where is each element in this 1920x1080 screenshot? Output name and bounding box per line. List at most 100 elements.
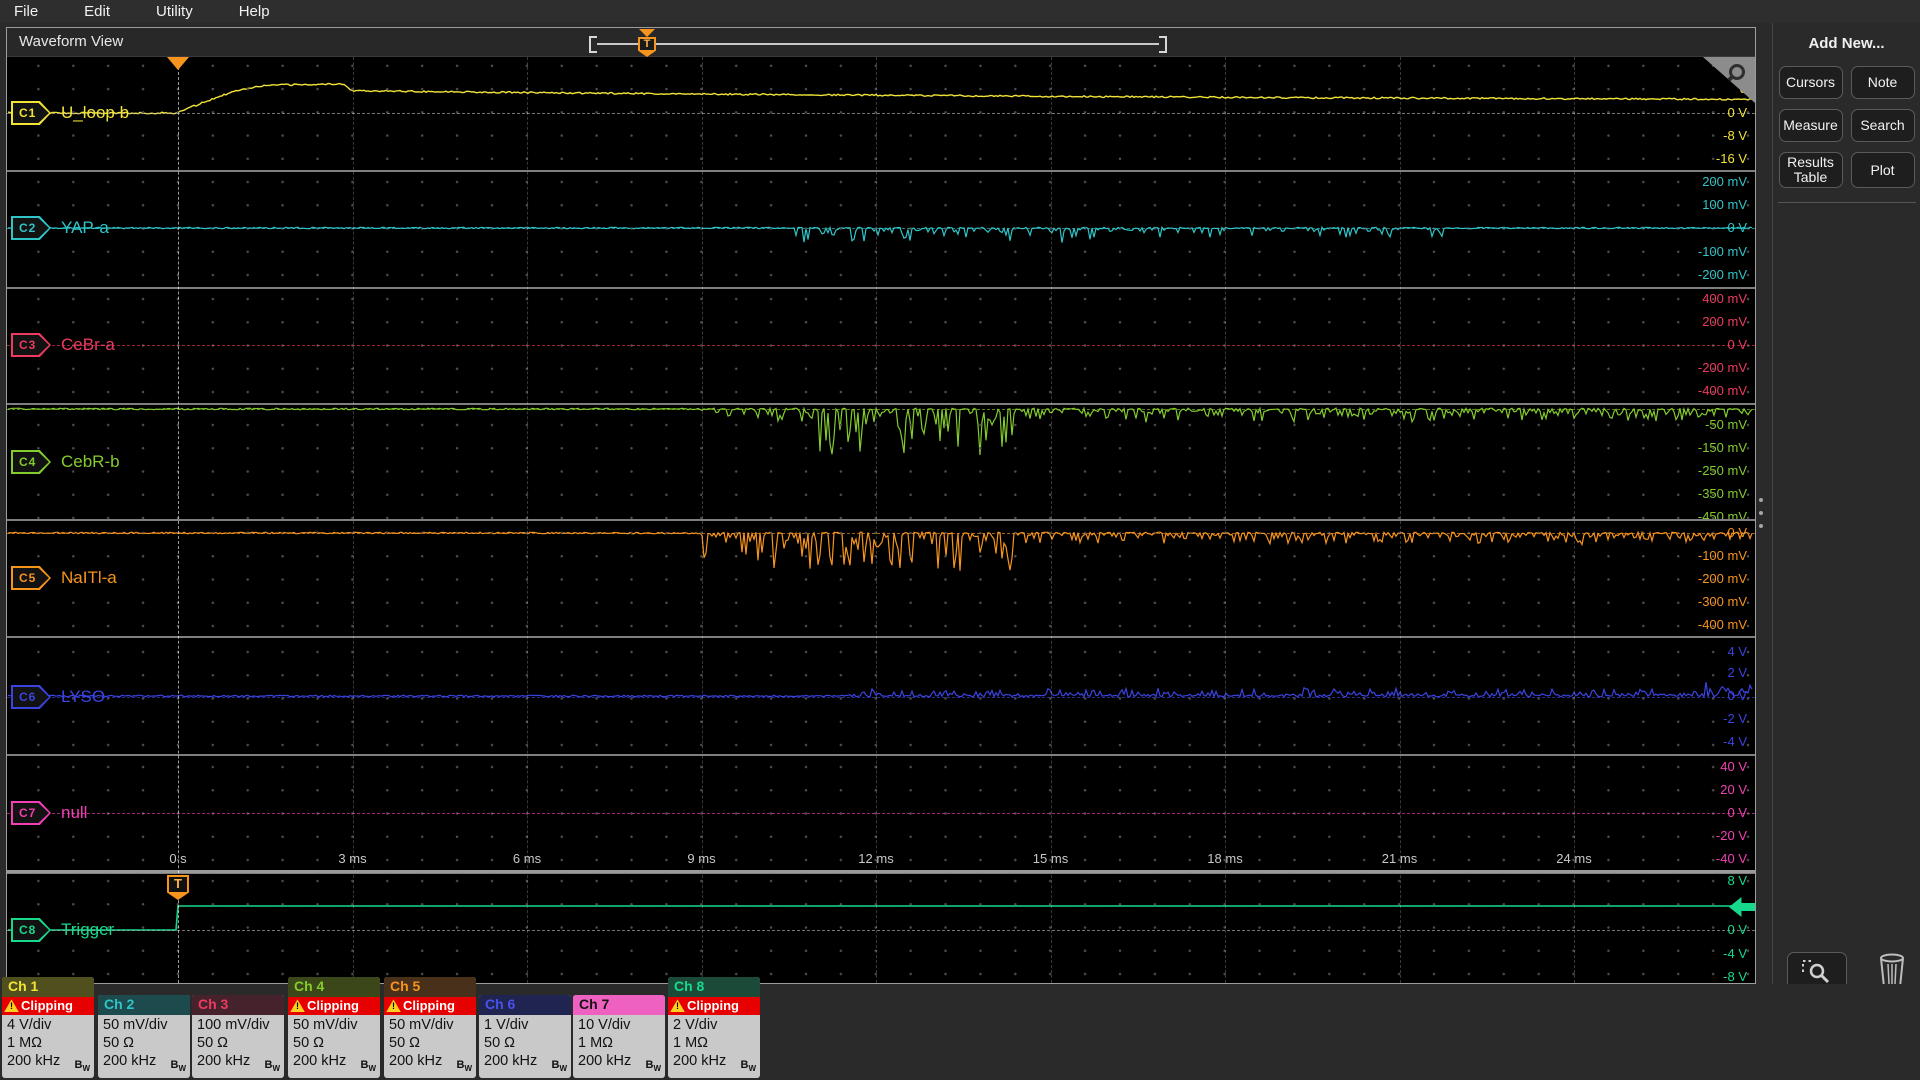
zero-volt-baseline-c1 — [7, 113, 1755, 114]
channel-card-label: Ch 2 — [98, 994, 190, 1015]
menu-item-utility[interactable]: Utility — [156, 3, 193, 20]
zero-volt-baseline-c2 — [7, 228, 1755, 229]
scale-label-c3: -200 mV — [1697, 360, 1747, 375]
channel-name-c1: U_loop b — [61, 103, 130, 122]
channel-slot-c1 — [7, 57, 1755, 171]
channel-slot-c2 — [7, 171, 1755, 288]
add-new-button-grid: Cursors Note Measure Search Results Table Plo… — [1773, 66, 1920, 188]
scale-label-c3: 400 mV — [1702, 291, 1747, 306]
scale-label-c8: 8 V — [1727, 873, 1747, 888]
channel-card-ch3[interactable]: Ch 3 100 mV/div 50 Ω 200 kHz BW — [192, 994, 284, 1078]
bandwidth-limit-icon: BW — [264, 1058, 280, 1073]
scale-label-c6: 2 V — [1727, 665, 1747, 680]
zero-volt-baseline-c5 — [7, 533, 1755, 534]
scale-label-c3: 0 V — [1727, 337, 1747, 352]
vdiv-setting: 1 V/div — [484, 1016, 529, 1033]
right-bracket — [1159, 36, 1167, 53]
channel-card-ch2[interactable]: Ch 2 50 mV/div 50 Ω 200 kHz BW — [98, 994, 190, 1078]
panel-splitter-handle[interactable] — [1757, 498, 1765, 528]
add-new-cursors-button[interactable]: Cursors — [1778, 66, 1843, 99]
scale-label-c5: -100 mV — [1697, 548, 1747, 563]
channel-name-c6: LYSO — [61, 687, 106, 706]
menu-bar: File Edit Utility Help — [0, 0, 1920, 23]
trigger-time-line — [178, 57, 179, 983]
scale-label-c2: -200 mV — [1697, 267, 1747, 282]
channel-card-label: Ch 7 — [573, 994, 665, 1015]
trigger-marker-icon[interactable] — [167, 57, 189, 70]
channel-card-label: Ch 8 — [668, 976, 760, 997]
scale-label-c5: -400 mV — [1697, 617, 1747, 632]
time-axis-label: 21 ms — [1381, 851, 1418, 866]
waveform-plot[interactable]: 80 V-8 V-16 VC1U_loop b200 mV100 mV0 V-1… — [7, 57, 1755, 983]
impedance-setting: 1 MΩ — [578, 1034, 614, 1051]
channel-card-ch4[interactable]: Ch 4! Clipping 50 mV/div 50 Ω 200 kHz BW — [288, 976, 380, 1078]
impedance-setting: 1 MΩ — [7, 1034, 43, 1051]
menu-item-file[interactable]: File — [14, 3, 38, 20]
time-division-line — [1399, 57, 1401, 983]
channel-name-c2: YAP-a — [61, 218, 109, 237]
scale-label-c7: 20 V — [1720, 782, 1747, 797]
channel-card-ch5[interactable]: Ch 5! Clipping 50 mV/div 50 Ω 200 kHz BW — [384, 976, 476, 1078]
waveform-view-panel: Waveform View T 80 V-8 V-16 VC1U_loop b2… — [6, 27, 1756, 984]
channel-card-label: Ch 3 — [192, 994, 284, 1015]
add-new-measure-button[interactable]: Measure — [1778, 109, 1843, 142]
scale-label-c4: -250 mV — [1697, 463, 1747, 478]
bandwidth-limit-icon: BW — [551, 1058, 567, 1073]
right-panel-divider — [1777, 202, 1916, 203]
channel-card-label: Ch 6 — [479, 994, 571, 1015]
bandwidth-setting: 200 kHz BW — [197, 1052, 280, 1073]
scale-label-c7: 40 V — [1720, 759, 1747, 774]
impedance-setting: 50 Ω — [197, 1034, 228, 1051]
bandwidth-setting: 200 kHz BW — [484, 1052, 567, 1073]
scale-label-c7: -40 V — [1715, 851, 1747, 866]
scale-label-c5: 0 V — [1727, 525, 1747, 540]
channel-card-label: Ch 1 — [2, 976, 94, 997]
zero-volt-baseline-c7 — [7, 813, 1755, 814]
clipping-banner: ! Clipping — [384, 996, 476, 1015]
add-new-search-button[interactable]: Search — [1850, 109, 1915, 142]
scale-label-c1: -16 V — [1715, 151, 1747, 166]
channel-name-c8: Trigger — [61, 920, 115, 939]
impedance-setting: 50 Ω — [484, 1034, 515, 1051]
channel-card-ch6[interactable]: Ch 61 V/div 50 Ω 200 kHz BW — [479, 994, 571, 1078]
scale-label-c1: 0 V — [1727, 105, 1747, 120]
menu-item-edit[interactable]: Edit — [84, 3, 110, 20]
waveform-view-title[interactable]: Waveform View — [19, 33, 123, 50]
right-panel: Add New... Cursors Note Measure Search Resul… — [1772, 23, 1920, 992]
scale-label-c8: 0 V — [1727, 922, 1747, 937]
trigger-position-flag-icon[interactable]: T — [638, 37, 656, 57]
impedance-setting: 50 Ω — [103, 1034, 134, 1051]
scale-label-c4: -50 mV — [1705, 417, 1747, 432]
warning-icon: ! — [670, 999, 685, 1013]
add-new-plot-button[interactable]: Plot — [1850, 152, 1915, 188]
warning-icon: ! — [290, 999, 305, 1013]
time-axis-label: 18 ms — [1207, 851, 1243, 866]
vdiv-setting: 2 V/div — [673, 1016, 718, 1033]
scale-label-c6: -4 V — [1723, 734, 1747, 749]
vdiv-setting: 50 mV/div — [389, 1016, 454, 1033]
add-new-results-table-button[interactable]: Results Table — [1778, 152, 1843, 188]
scale-label-c2: 0 V — [1727, 220, 1747, 235]
channel-card-label: Ch 5 — [384, 976, 476, 997]
position-bar-line — [597, 43, 1159, 45]
time-axis — [7, 870, 1755, 873]
add-new-note-button[interactable]: Note — [1850, 66, 1915, 99]
bandwidth-setting: 200 kHz BW — [673, 1052, 756, 1073]
slot-divider — [7, 754, 1755, 756]
channel-card-ch7[interactable]: Ch 7 10 V/div 1 MΩ 200 kHz BW — [573, 994, 665, 1078]
scale-label-c2: -100 mV — [1697, 244, 1747, 259]
channel-card-label: Ch 4 — [288, 976, 380, 997]
clipping-banner: ! Clipping — [668, 996, 760, 1015]
time-division-line — [876, 57, 877, 983]
scale-label-c2: 200 mV — [1702, 174, 1747, 189]
time-axis-label: 15 ms — [1032, 851, 1069, 866]
time-division-line — [1050, 57, 1052, 983]
channel-card-ch8[interactable]: Ch 8! Clipping 2 V/div 1 MΩ 200 kHz BW — [668, 976, 760, 1078]
bandwidth-limit-icon: BW — [74, 1058, 90, 1073]
channel-card-ch1[interactable]: Ch 1! Clipping 4 V/div 1 MΩ 200 kHz BW — [2, 976, 94, 1078]
menu-item-help[interactable]: Help — [239, 3, 270, 20]
slot-divider — [7, 403, 1755, 405]
clipping-banner: ! Clipping — [2, 996, 94, 1015]
channel-name-c3: CeBr-a — [61, 335, 115, 354]
horizontal-position-bar[interactable]: T — [589, 29, 1167, 57]
